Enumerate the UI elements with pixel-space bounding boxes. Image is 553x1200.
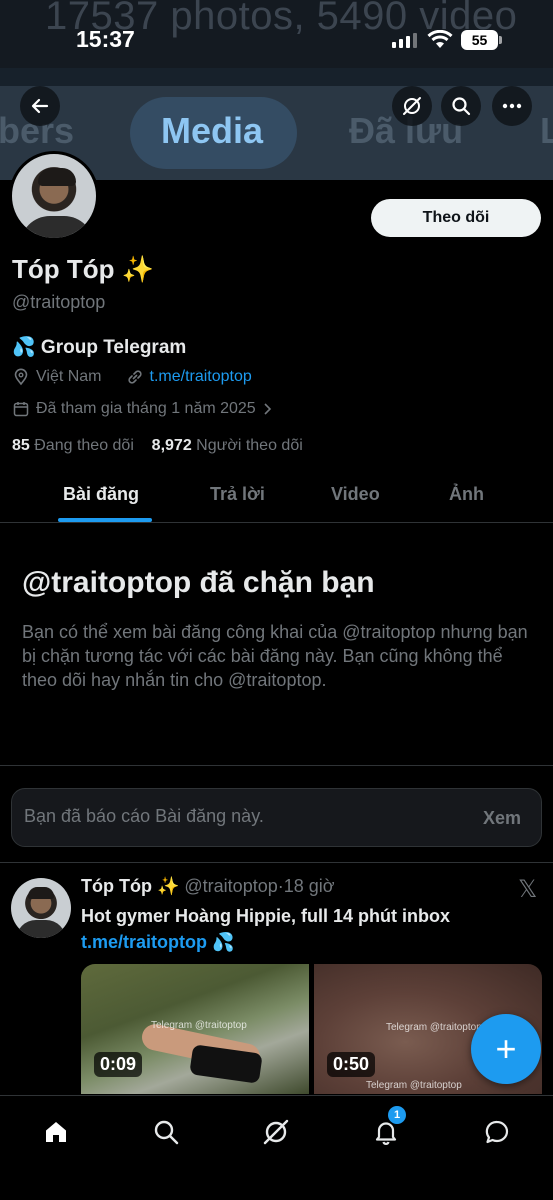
nav-home[interactable]: [36, 1112, 76, 1152]
reported-post-notice: Bạn đã báo cáo Bài đăng này. Xem: [11, 788, 542, 847]
banner-tab-edge: L: [540, 110, 553, 151]
followers-link[interactable]: 8,972 Người theo dõi: [152, 437, 303, 454]
battery-icon: 55: [461, 30, 498, 50]
following-count: 85: [12, 437, 30, 454]
battery-cap: [499, 36, 502, 44]
bottom-nav: 1: [0, 1095, 553, 1200]
profile-tabs: Bài đăng Trả lời Video Ảnh: [0, 470, 553, 523]
blocked-title: @traitoptop đã chặn bạn: [22, 566, 375, 599]
divider: [0, 862, 553, 863]
tab-active-indicator: [58, 518, 152, 522]
grok-icon: [263, 1119, 289, 1145]
signal-icon: [392, 33, 417, 48]
profile-joined: Đã tham gia tháng 1 năm 2025: [36, 400, 256, 417]
following-label: Đang theo dõi: [34, 437, 134, 454]
profile-bio: 💦 Group Telegram: [12, 337, 187, 358]
follow-button[interactable]: Theo dõi: [371, 199, 541, 237]
link-icon: [127, 370, 142, 384]
followers-count: 8,972: [151, 437, 192, 454]
search-icon: [154, 1120, 179, 1145]
divider: [0, 765, 553, 766]
profile-handle: @traitoptop: [12, 292, 106, 312]
followers-label: Người theo dõi: [196, 437, 303, 454]
tweet-text-body: Hot gymer Hoàng Hippie, full 14 phút inb…: [81, 906, 451, 926]
tweet-link-emoji: 💦: [212, 932, 235, 952]
tweet-text: Hot gymer Hoàng Hippie, full 14 phút inb…: [81, 903, 521, 955]
video-watermark: Telegram @traitoptop: [151, 1020, 247, 1031]
more-dots-icon: [502, 103, 522, 109]
nav-grok[interactable]: [256, 1112, 296, 1152]
status-time: 15:37: [76, 26, 135, 52]
chevron-right-icon: [264, 403, 271, 415]
calendar-icon: [13, 402, 29, 417]
tab-video[interactable]: Video: [331, 484, 380, 505]
profile-joined-row[interactable]: Đã tham gia tháng 1 năm 2025: [12, 400, 272, 418]
notification-badge: 1: [388, 1106, 406, 1124]
tweet-header: Tóp Tóp ✨ @traitoptop·18 giờ: [81, 876, 335, 897]
grok-button[interactable]: [392, 86, 432, 126]
profile-stats: 85 Đang theo dõi 8,972 Người theo dõi: [12, 437, 303, 455]
back-button[interactable]: [20, 86, 60, 126]
blocked-description: Bạn có thể xem bài đăng công khai của @t…: [22, 622, 528, 690]
following-link[interactable]: 85 Đang theo dõi: [12, 437, 134, 454]
tweet-author-name[interactable]: Tóp Tóp ✨: [81, 876, 179, 896]
banner-tab-media: Media: [161, 110, 264, 151]
reported-text: Bạn đã báo cáo Bài đăng này.: [24, 806, 264, 826]
profile-location: Việt Nam: [36, 368, 102, 385]
profile-link[interactable]: t.me/traitoptop: [150, 368, 252, 386]
wifi-icon: [427, 30, 453, 48]
grok-icon: [403, 97, 421, 115]
avatar-shirt: [20, 216, 94, 238]
tab-posts[interactable]: Bài đăng: [63, 484, 139, 505]
home-icon: [46, 1122, 66, 1142]
search-button[interactable]: [441, 86, 481, 126]
x-logo-icon[interactable]: 𝕏: [518, 875, 537, 904]
chat-bubble-icon: [485, 1120, 509, 1144]
video-watermark: Telegram @traitoptop: [366, 1080, 462, 1091]
video-watermark: Telegram @traitoptop: [386, 1022, 482, 1033]
tweet-video-1[interactable]: Telegram @traitoptop 0:09: [81, 964, 309, 1094]
video-duration: 0:09: [94, 1052, 143, 1077]
tab-replies[interactable]: Trả lời: [210, 484, 265, 505]
avatar-hair: [38, 168, 76, 186]
search-icon: [452, 97, 471, 116]
compose-button[interactable]: +: [471, 1014, 541, 1084]
more-button[interactable]: [492, 86, 532, 126]
tweet-avatar[interactable]: [11, 878, 71, 938]
profile-avatar[interactable]: [9, 151, 99, 241]
nav-search[interactable]: [146, 1112, 186, 1152]
video-duration: 0:50: [327, 1052, 376, 1077]
tweet-link[interactable]: t.me/traitoptop: [81, 932, 207, 952]
tweet-time: 18 giờ: [283, 876, 335, 896]
nav-notifications[interactable]: 1: [366, 1106, 406, 1152]
tweet-author-handle[interactable]: @traitoptop: [184, 876, 277, 896]
arrow-left-icon: [31, 98, 49, 114]
view-reported-button[interactable]: Xem: [483, 808, 521, 829]
location-pin-icon: [14, 368, 28, 386]
avatar-shirt: [16, 920, 66, 938]
nav-messages[interactable]: [477, 1112, 517, 1152]
tab-photos[interactable]: Ảnh: [449, 484, 484, 505]
display-name: Tóp Tóp ✨: [12, 254, 155, 284]
avatar-hair: [28, 887, 54, 899]
profile-meta-row: Việt Nam t.me/traitoptop: [12, 368, 252, 386]
